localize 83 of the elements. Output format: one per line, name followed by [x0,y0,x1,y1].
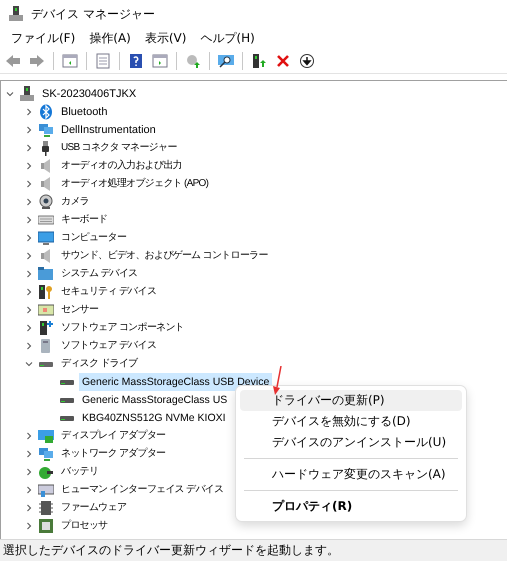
tree-item[interactable]: ソフトウェア コンポーネント [58,319,187,337]
tower-icon [38,320,54,336]
menu-item[interactable]: 表示(V) [138,30,194,46]
tree-item[interactable]: DellInstrumentation [58,121,159,139]
expand-chevron-icon[interactable] [25,216,33,224]
panel-icon [152,52,168,68]
tree-item[interactable]: USB コネクタ マネージャー [58,139,180,157]
disable-icon [299,52,315,68]
tree-item[interactable]: セキュリティ デバイス [58,283,160,301]
computer-icon [19,86,35,102]
chip-icon [38,500,54,516]
tree-item[interactable]: キーボード [58,211,111,229]
tree-item[interactable]: センサー [58,301,102,319]
collapse-chevron-icon[interactable] [25,360,33,368]
expand-chevron-icon[interactable] [25,522,33,530]
network-icon [38,446,54,462]
expand-chevron-icon[interactable] [25,270,33,278]
computer-upload-icon [251,52,267,68]
expand-chevron-icon[interactable] [25,198,33,206]
expand-chevron-icon[interactable] [25,306,33,314]
tree-item[interactable]: ディスプレイ アダプター [58,427,168,445]
tree-item[interactable]: バッテリ [58,463,102,481]
tree-item[interactable]: ソフトウェア デバイス [58,337,160,355]
folder-icon [38,266,54,282]
tree-item[interactable]: Generic MassStorageClass US [79,391,230,409]
status-text: 選択したデバイスのドライバー更新ウィザードを起動します。 [3,542,339,559]
expand-chevron-icon[interactable] [25,180,33,188]
context-menu-item[interactable]: ハードウェア変更のスキャン(A) [240,464,462,485]
tree-item[interactable]: ネットワーク アダプター [58,445,168,463]
window-title: デバイス マネージャー [31,6,155,22]
tree-item[interactable]: プロセッサ [58,517,111,535]
expand-chevron-icon[interactable] [25,432,33,440]
webcam-icon [38,194,54,210]
map-icon [38,302,54,318]
expand-chevron-icon[interactable] [25,342,33,350]
tree-item[interactable]: Generic MassStorageClass USB Device [79,373,272,391]
tree-item[interactable]: オーディオ処理オブジェクト (APO) [58,175,212,193]
tree-item[interactable]: システム デバイス [58,265,140,283]
display-card-icon [38,428,54,444]
network-icon [38,122,54,138]
expand-chevron-icon[interactable] [25,450,33,458]
context-menu-item[interactable]: プロパティ(R) [240,496,462,517]
chip-icon [38,518,54,534]
expand-chevron-icon[interactable] [25,486,33,494]
forward-arrow-icon [29,52,45,68]
context-menu-item[interactable]: デバイスのアンインストール(U) [240,432,462,453]
monitor-search-icon [218,52,234,68]
uninstall-icon [275,52,291,68]
annotation-arrow [273,366,282,395]
menu-item[interactable]: 操作(A) [82,30,138,46]
monitor-icon [38,230,54,246]
menu-item[interactable]: ヘルプ(H) [193,30,262,46]
tree-item[interactable]: ヒューマン インターフェイス デバイス [58,481,226,499]
tree-item[interactable]: コンピューター [58,229,130,247]
collapse-chevron-icon[interactable] [6,90,14,98]
tree-item[interactable]: KBG40ZNS512G NVMe KIOXI [79,409,229,427]
expand-chevron-icon[interactable] [25,162,33,170]
help-icon [128,52,144,68]
tree-item[interactable]: サウンド、ビデオ、およびゲーム コントローラー [58,247,271,265]
expand-chevron-icon[interactable] [25,144,33,152]
bluetooth-icon [38,104,54,120]
context-menu-item[interactable]: デバイスを無効にする(D) [240,411,462,432]
tree-item[interactable]: Bluetooth [58,103,110,121]
expand-chevron-icon[interactable] [25,288,33,296]
properties-icon [95,52,111,68]
expand-chevron-icon[interactable] [25,252,33,260]
context-menu-item[interactable]: ドライバーの更新(P) [240,390,462,411]
expand-chevron-icon[interactable] [25,468,33,476]
back-arrow-icon [5,52,21,68]
expand-chevron-icon[interactable] [25,126,33,134]
tree-item[interactable]: SK-20230406TJKX [39,85,140,103]
expand-chevron-icon[interactable] [25,504,33,512]
tree-item[interactable]: ファームウェア [58,499,130,517]
tree-item[interactable]: ディスク ドライブ [58,355,140,373]
tree-item[interactable]: オーディオの入力および出力 [58,157,185,175]
expand-chevron-icon[interactable] [25,234,33,242]
expand-chevron-icon[interactable] [25,324,33,332]
key-icon [38,284,54,300]
tree-item[interactable]: カメラ [58,193,92,211]
menu-item[interactable]: ファイル(F) [4,30,82,46]
app-icon [9,6,23,22]
panel-icon [62,52,78,68]
expand-chevron-icon[interactable] [25,108,33,116]
